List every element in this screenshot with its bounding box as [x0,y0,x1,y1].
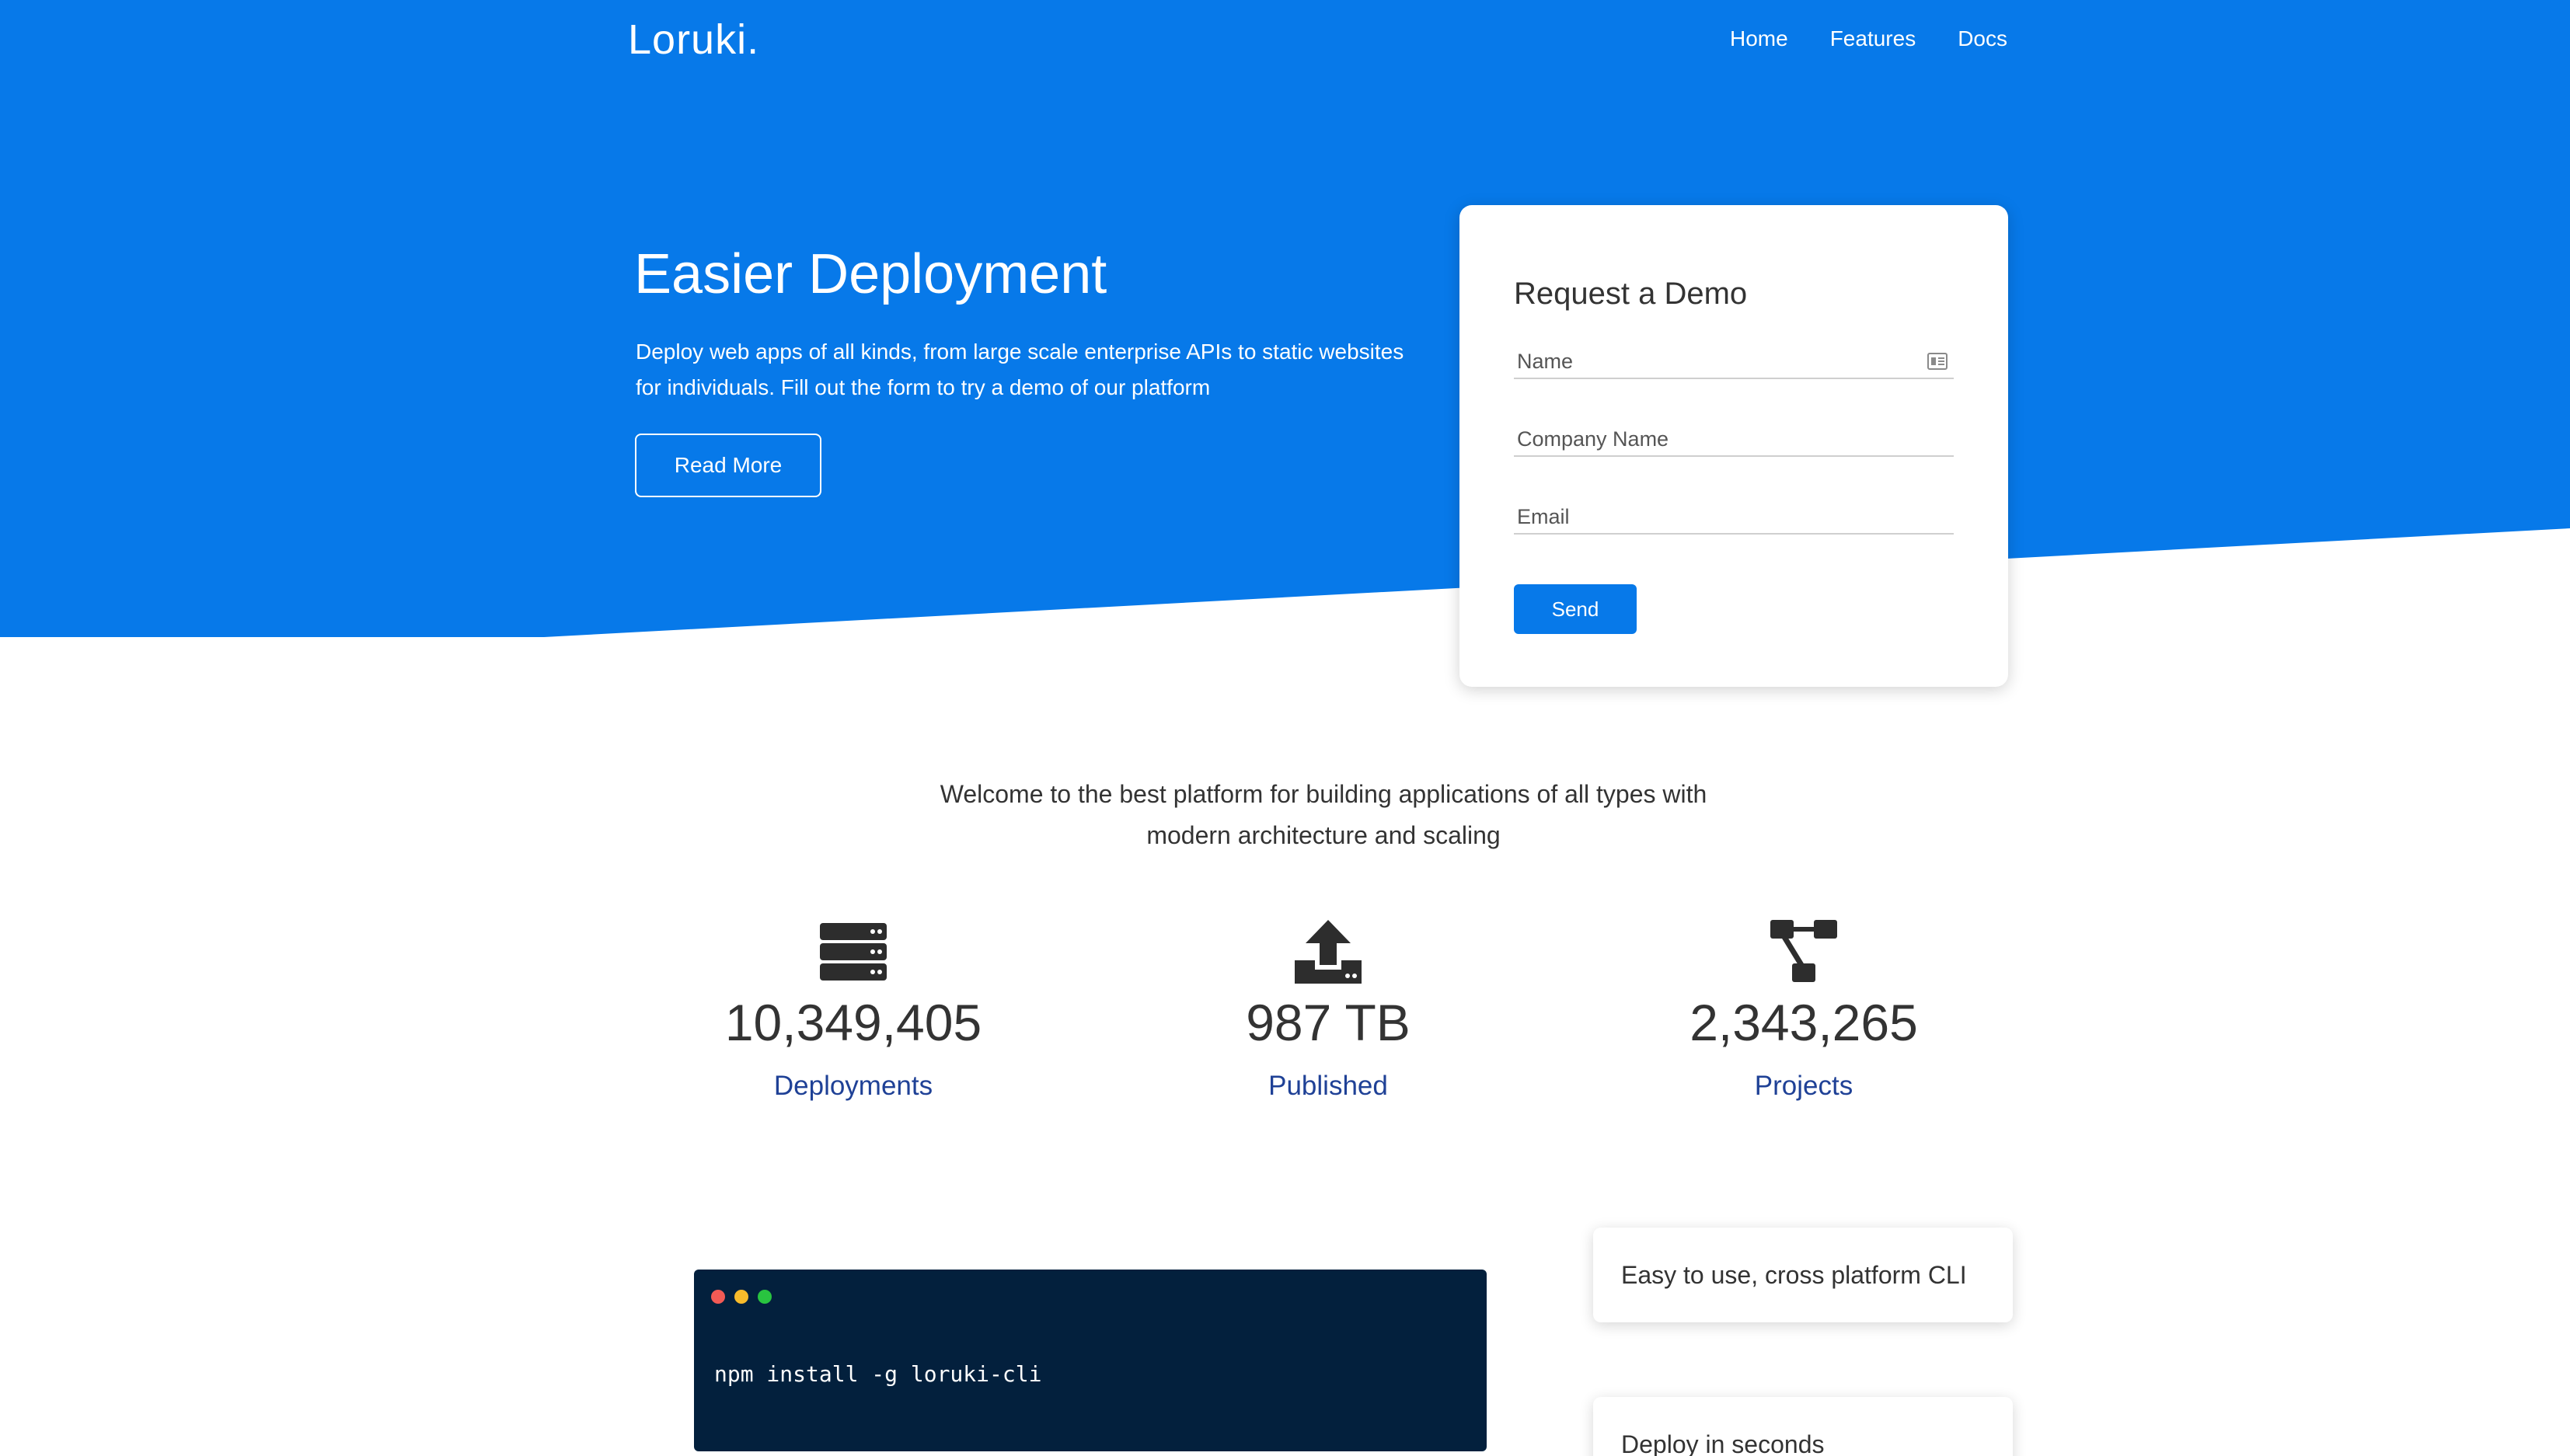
feature-card-cli: Easy to use, cross platform CLI [1593,1228,2013,1322]
terminal-window: npm install -g loruki-cli [694,1270,1487,1451]
terminal-maximize-dot [758,1290,772,1304]
stat-value: 10,349,405 [724,994,982,1051]
nav-link-docs[interactable]: Docs [1958,26,2007,51]
read-more-button[interactable]: Read More [635,434,821,497]
demo-request-card: Request a Demo Send [1459,205,2008,687]
send-button[interactable]: Send [1514,584,1637,634]
contact-card-icon[interactable] [1927,353,1948,370]
stat-label: Projects [1754,1071,1853,1101]
hero-background [0,0,2570,637]
feature-card-label: Easy to use, cross platform CLI [1621,1260,1967,1289]
nav-link-features[interactable]: Features [1830,26,1916,51]
demo-form-title: Request a Demo [1514,277,1748,311]
stat-label: Published [1268,1071,1388,1101]
stat-value: 2,343,265 [1690,994,1918,1051]
server-icon [820,923,887,981]
hero-title: Easier Deployment [634,243,1107,305]
email-field-wrapper [1514,494,1954,535]
feature-card-label: Deploy in seconds [1621,1430,1825,1456]
upload-icon [1295,920,1362,984]
hero-description: Deploy web apps of all kinds, from large… [636,340,1404,399]
stat-projects: 2,343,265 Projects [1602,917,2006,1102]
brand-logo[interactable]: Loruki. [628,16,759,64]
project-diagram-icon [1770,920,1837,982]
name-input[interactable] [1514,339,1954,378]
terminal-minimize-dot [734,1290,748,1304]
nav-link-home[interactable]: Home [1730,26,1788,51]
company-field-wrapper [1514,416,1954,457]
main-nav: Home Features Docs [1730,26,2007,51]
feature-card-deploy: Deploy in seconds [1593,1397,2013,1456]
stat-deployments: 10,349,405 Deployments [651,917,1055,1102]
stat-label: Deployments [773,1071,933,1101]
stat-value: 987 TB [1246,994,1411,1051]
stat-published: 987 TB Published [1126,917,1530,1102]
landing-page: Loruki. Home Features Docs Easier Deploy… [0,0,2570,1456]
welcome-text: Welcome to the best platform for buildin… [940,780,1707,849]
terminal-command: npm install -g loruki-cli [714,1361,1042,1387]
email-input[interactable] [1514,494,1954,533]
name-field-wrapper [1514,339,1954,379]
terminal-close-dot [711,1290,725,1304]
company-name-input[interactable] [1514,416,1954,455]
